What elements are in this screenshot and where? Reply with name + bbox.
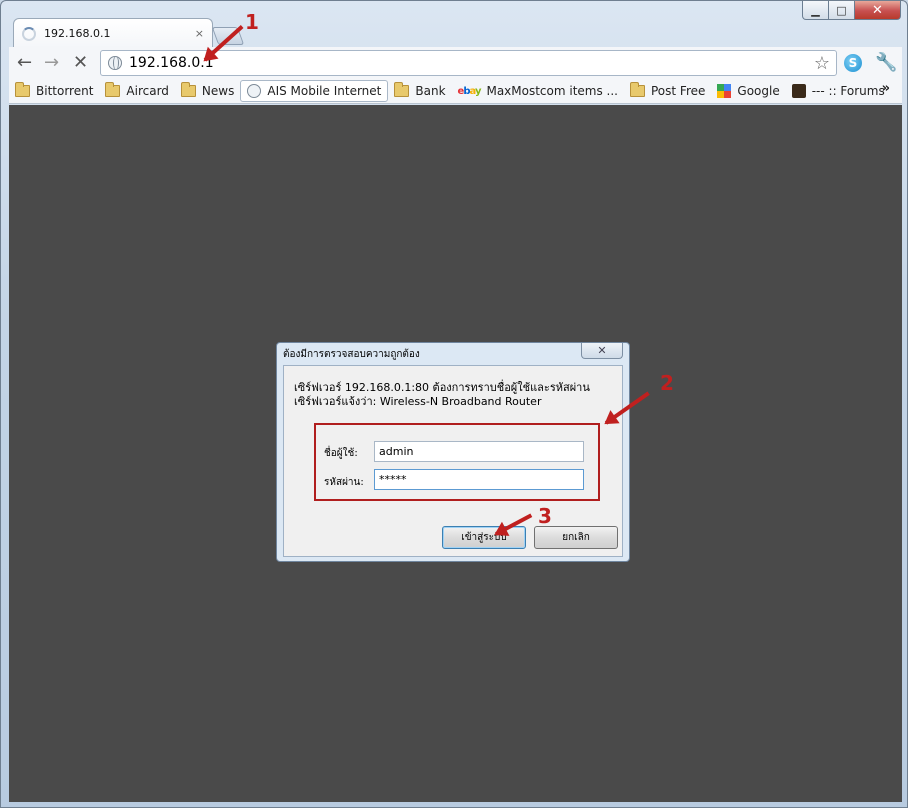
bookmark-label: News xyxy=(201,84,235,98)
wrench-icon[interactable]: 🔧 xyxy=(875,52,897,73)
stop-icon[interactable]: ✕ xyxy=(73,52,88,74)
message-line-1: เซิร์ฟเวอร์ 192.168.0.1:80 ต้องการทราบชื… xyxy=(294,381,590,394)
folder-icon xyxy=(105,82,121,97)
step-1-label: 1 xyxy=(245,10,259,34)
close-tab-icon[interactable]: × xyxy=(195,27,204,40)
globe-icon xyxy=(108,56,122,70)
bookmark-bank[interactable]: Bank xyxy=(388,80,451,102)
window-controls: ▁ □ ✕ xyxy=(802,1,901,20)
bookmark-ais-mobile-internet[interactable]: AIS Mobile Internet xyxy=(240,80,389,102)
tab-title: 192.168.0.1 xyxy=(44,27,111,40)
bookmark-news[interactable]: News xyxy=(175,80,240,102)
folder-icon xyxy=(180,82,196,97)
skype-icon[interactable]: S xyxy=(844,54,862,72)
step-2-label: 2 xyxy=(660,371,674,395)
bookmark-label: Google xyxy=(737,84,780,98)
dialog-message: เซิร์ฟเวอร์ 192.168.0.1:80 ต้องการทราบชื… xyxy=(294,381,590,409)
message-line-2: เซิร์ฟเวอร์แจ้งว่า: Wireless-N Broadband… xyxy=(294,395,542,408)
bookmark-label: Bank xyxy=(415,84,446,98)
minimize-button[interactable]: ▁ xyxy=(802,1,829,20)
bookmark-label: AIS Mobile Internet xyxy=(267,84,382,98)
step-3-label: 3 xyxy=(538,504,552,528)
bookmark-label: --- :: Forums xyxy=(811,84,885,98)
maximize-button[interactable]: □ xyxy=(829,1,855,20)
bookmark-aircard[interactable]: Aircard xyxy=(99,80,175,102)
back-icon[interactable]: ← xyxy=(17,52,32,74)
close-window-button[interactable]: ✕ xyxy=(855,1,901,20)
more-bookmarks-icon[interactable]: » xyxy=(882,81,890,96)
dialog-close-button[interactable]: ✕ xyxy=(581,343,623,359)
star-icon[interactable]: ☆ xyxy=(814,53,830,74)
bookmark-google[interactable]: Google xyxy=(711,80,785,102)
tab-current[interactable]: 192.168.0.1 × xyxy=(13,18,213,48)
bookmark-label: Bittorrent xyxy=(36,84,94,98)
toolbar: ← → ✕ 192.168.0.1 ☆ S 🔧 xyxy=(9,47,902,79)
highlight-box xyxy=(314,423,600,501)
bookmark-post-free[interactable]: Post Free xyxy=(624,80,711,102)
globe-icon xyxy=(247,84,262,98)
folder-icon xyxy=(394,82,410,97)
folder-icon xyxy=(15,82,30,97)
url-text[interactable]: 192.168.0.1 xyxy=(129,55,814,71)
dialog-title: ต้องมีการตรวจสอบความถูกต้อง xyxy=(283,349,420,360)
bookmark-forums[interactable]: --- :: Forums xyxy=(786,80,891,102)
loading-spinner-icon xyxy=(22,26,36,41)
bookmark-bittorrent[interactable]: Bittorrent xyxy=(9,80,99,102)
bookmark-maxmostcom[interactable]: ebay MaxMostcom items ... xyxy=(452,80,624,102)
login-button[interactable]: เข้าสู่ระบบ xyxy=(442,526,526,549)
bookmarks-bar: Bittorrent Aircard News AIS Mobile Inter… xyxy=(9,79,902,104)
folder-icon xyxy=(630,82,645,97)
bookmark-label: Aircard xyxy=(126,84,169,98)
forum-icon xyxy=(791,84,806,98)
bookmark-label: MaxMostcom items ... xyxy=(486,84,618,98)
google-icon xyxy=(717,84,732,98)
forward-icon[interactable]: → xyxy=(44,52,59,74)
cancel-button[interactable]: ยกเลิก xyxy=(534,526,618,549)
ebay-icon: ebay xyxy=(457,85,482,97)
bookmark-label: Post Free xyxy=(651,84,706,98)
